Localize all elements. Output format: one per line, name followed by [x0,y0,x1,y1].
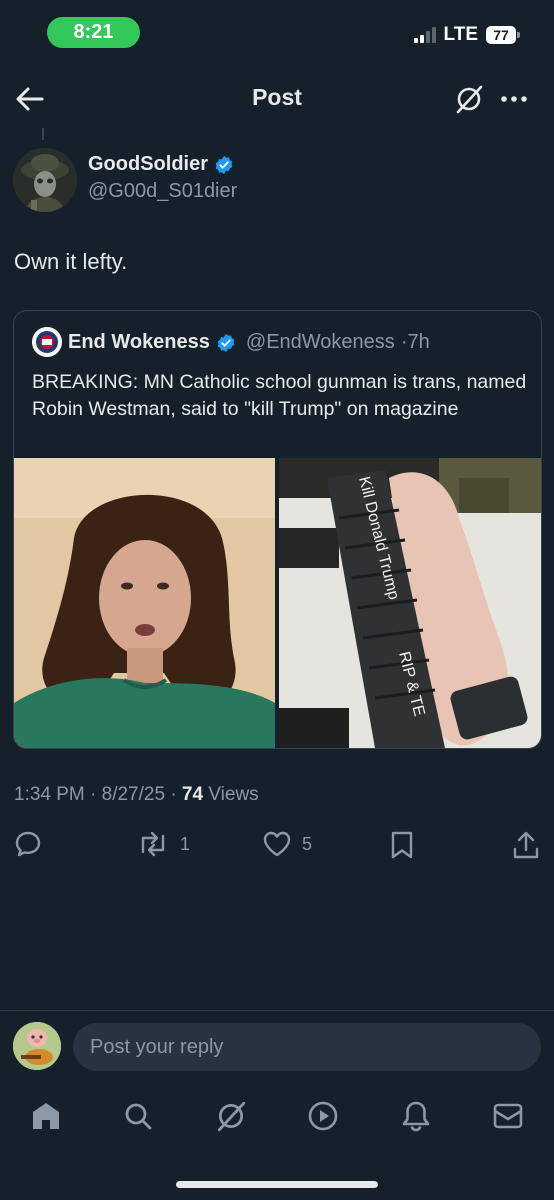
author-name[interactable]: GoodSoldier [88,153,208,176]
bookmark-button[interactable] [389,830,415,860]
grok-icon [456,85,483,114]
more-button[interactable] [498,84,530,114]
views-label: Views [203,784,259,805]
views-count: 74 [181,784,204,805]
tab-search[interactable] [118,1096,158,1136]
tab-video[interactable] [303,1096,343,1136]
post-timestamp: 1:34 PM · 8/27/25 · [14,784,182,805]
reply-button[interactable] [14,830,42,858]
post-text: Own it lefty. [14,249,128,274]
quote-image-portrait[interactable] [14,458,275,748]
bell-icon [402,1101,430,1132]
quote-author-handle: @EndWokeness [245,331,395,353]
more-icon [501,96,527,102]
tab-grok[interactable] [211,1096,251,1136]
mail-icon [493,1103,523,1129]
quote-image-magazine[interactable]: Kill Donald Trump RIP & TE [279,458,541,748]
search-icon [125,1103,152,1130]
author-name-row[interactable]: GoodSoldier [88,153,234,176]
quote-author-row: End Wokeness @EndWokeness ·7h [68,331,430,354]
tab-notifications[interactable] [396,1096,436,1136]
signal-icon [413,27,436,43]
quoted-post[interactable]: End Wokeness @EndWokeness ·7h BREAKING: M… [13,310,542,749]
home-indicator [176,1181,378,1188]
bookmark-icon [391,831,413,859]
verified-badge-icon [215,155,233,174]
author-handle[interactable]: @G00d_S01dier [88,180,237,203]
grok-button[interactable] [452,82,486,116]
thread-line [42,128,44,140]
reply-icon [15,831,41,857]
status-indicators: LTE 77 [413,24,520,46]
quote-author-name: End Wokeness [68,331,210,353]
status-time: 8:21 [47,17,140,48]
like-count: 5 [302,833,313,854]
battery-level: 77 [493,27,509,43]
grok-icon [217,1101,246,1132]
share-button[interactable] [512,830,540,860]
reply-divider [0,1010,554,1011]
video-icon [308,1101,338,1131]
repost-count: 1 [180,833,191,854]
verified-badge-icon [217,333,235,352]
battery-icon: 77 [486,26,520,44]
quote-text: BREAKING: MN Catholic school gunman is t… [32,371,527,420]
repost-button[interactable]: 1 [136,830,190,858]
author-avatar[interactable] [13,148,77,212]
quote-age: ·7h [400,331,430,353]
heart-icon [263,831,291,857]
quote-author-avatar[interactable] [32,327,62,357]
share-icon [513,831,539,859]
network-type: LTE [443,24,478,45]
post-meta: 1:34 PM · 8/27/25 · 74 Views [14,784,259,806]
tab-home[interactable] [26,1096,66,1136]
my-avatar[interactable] [13,1022,61,1070]
like-button[interactable]: 5 [262,830,312,858]
reply-input[interactable] [73,1023,541,1071]
tab-messages[interactable] [488,1096,528,1136]
home-icon [33,1103,59,1129]
repost-icon [141,831,165,857]
